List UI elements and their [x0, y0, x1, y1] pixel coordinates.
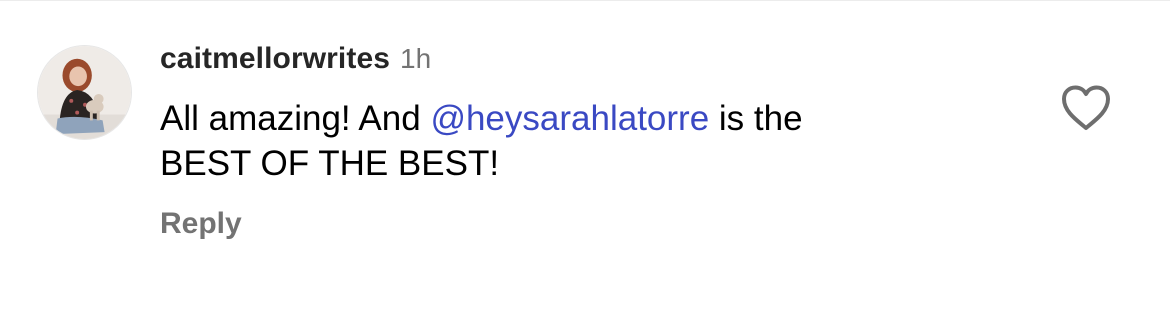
comment-text: All amazing! And @heysarahlatorre is the…: [160, 96, 1020, 186]
timestamp: 1h: [400, 43, 432, 74]
like-button[interactable]: [1060, 84, 1112, 132]
heart-outline-icon: [1062, 85, 1110, 130]
comment-text-end: is the: [709, 99, 803, 138]
avatar-image: [38, 46, 131, 139]
comment: caitmellorwrites 1h All amazing! And @he…: [0, 0, 1170, 310]
comment-text-line2: BEST OF THE BEST!: [160, 144, 500, 183]
comment-header: caitmellorwrites 1h: [160, 42, 431, 82]
reply-button[interactable]: Reply: [160, 207, 242, 241]
username-link[interactable]: caitmellorwrites: [160, 42, 390, 76]
avatar[interactable]: [37, 45, 132, 140]
comment-text-start: All amazing! And: [160, 99, 431, 138]
mention-link[interactable]: @heysarahlatorre: [430, 99, 709, 138]
